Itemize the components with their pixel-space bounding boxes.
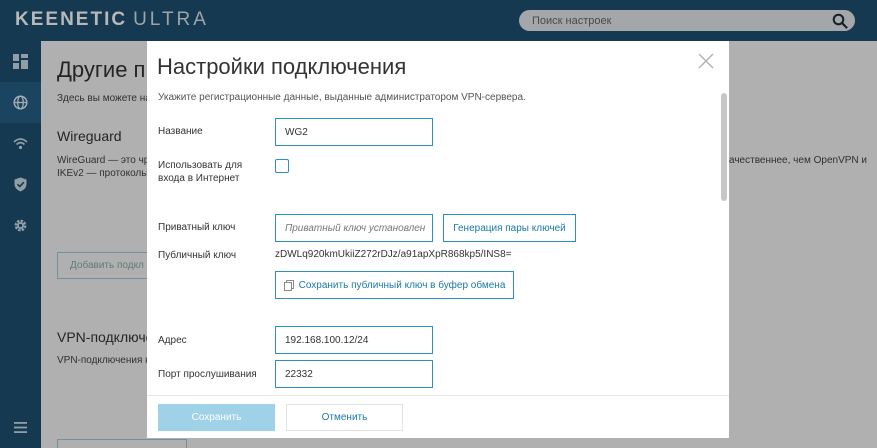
internet-label-line1: Использовать для: [158, 160, 243, 171]
cancel-button[interactable]: Отменить: [286, 404, 403, 431]
copy-public-key-button[interactable]: Сохранить публичный ключ в буфер обмена: [275, 271, 514, 299]
copy-public-key-label: Сохранить публичный ключ в буфер обмена: [298, 279, 506, 291]
dialog-scrollbar[interactable]: [721, 93, 727, 201]
copy-icon: [283, 279, 294, 291]
dialog-footer: Сохранить Отменить: [147, 395, 729, 438]
close-icon[interactable]: [698, 53, 714, 69]
name-label: Название: [158, 126, 203, 137]
name-field[interactable]: [275, 118, 433, 146]
private-key-field[interactable]: [275, 214, 433, 242]
connection-settings-dialog: Настройки подключения Укажите регистраци…: [147, 41, 729, 438]
address-label: Адрес: [158, 335, 187, 346]
address-field[interactable]: [275, 326, 433, 354]
port-label: Порт прослушивания: [158, 369, 257, 380]
dialog-subtitle: Укажите регистрационные данные, выданные…: [158, 92, 526, 103]
use-for-internet-checkbox[interactable]: [275, 159, 289, 173]
port-field[interactable]: [275, 360, 433, 388]
internet-label-line2: входа в Интернет: [158, 173, 240, 184]
public-key-label: Публичный ключ: [158, 250, 237, 261]
private-key-label: Приватный ключ: [158, 222, 236, 233]
generate-keys-button[interactable]: Генерация пары ключей: [443, 214, 576, 242]
save-button[interactable]: Сохранить: [158, 404, 275, 431]
dialog-title: Настройки подключения: [157, 54, 407, 79]
public-key-value: zDWLq920kmUkiiZ272rDJz/a91apXpR868kp5/IN…: [275, 249, 512, 260]
